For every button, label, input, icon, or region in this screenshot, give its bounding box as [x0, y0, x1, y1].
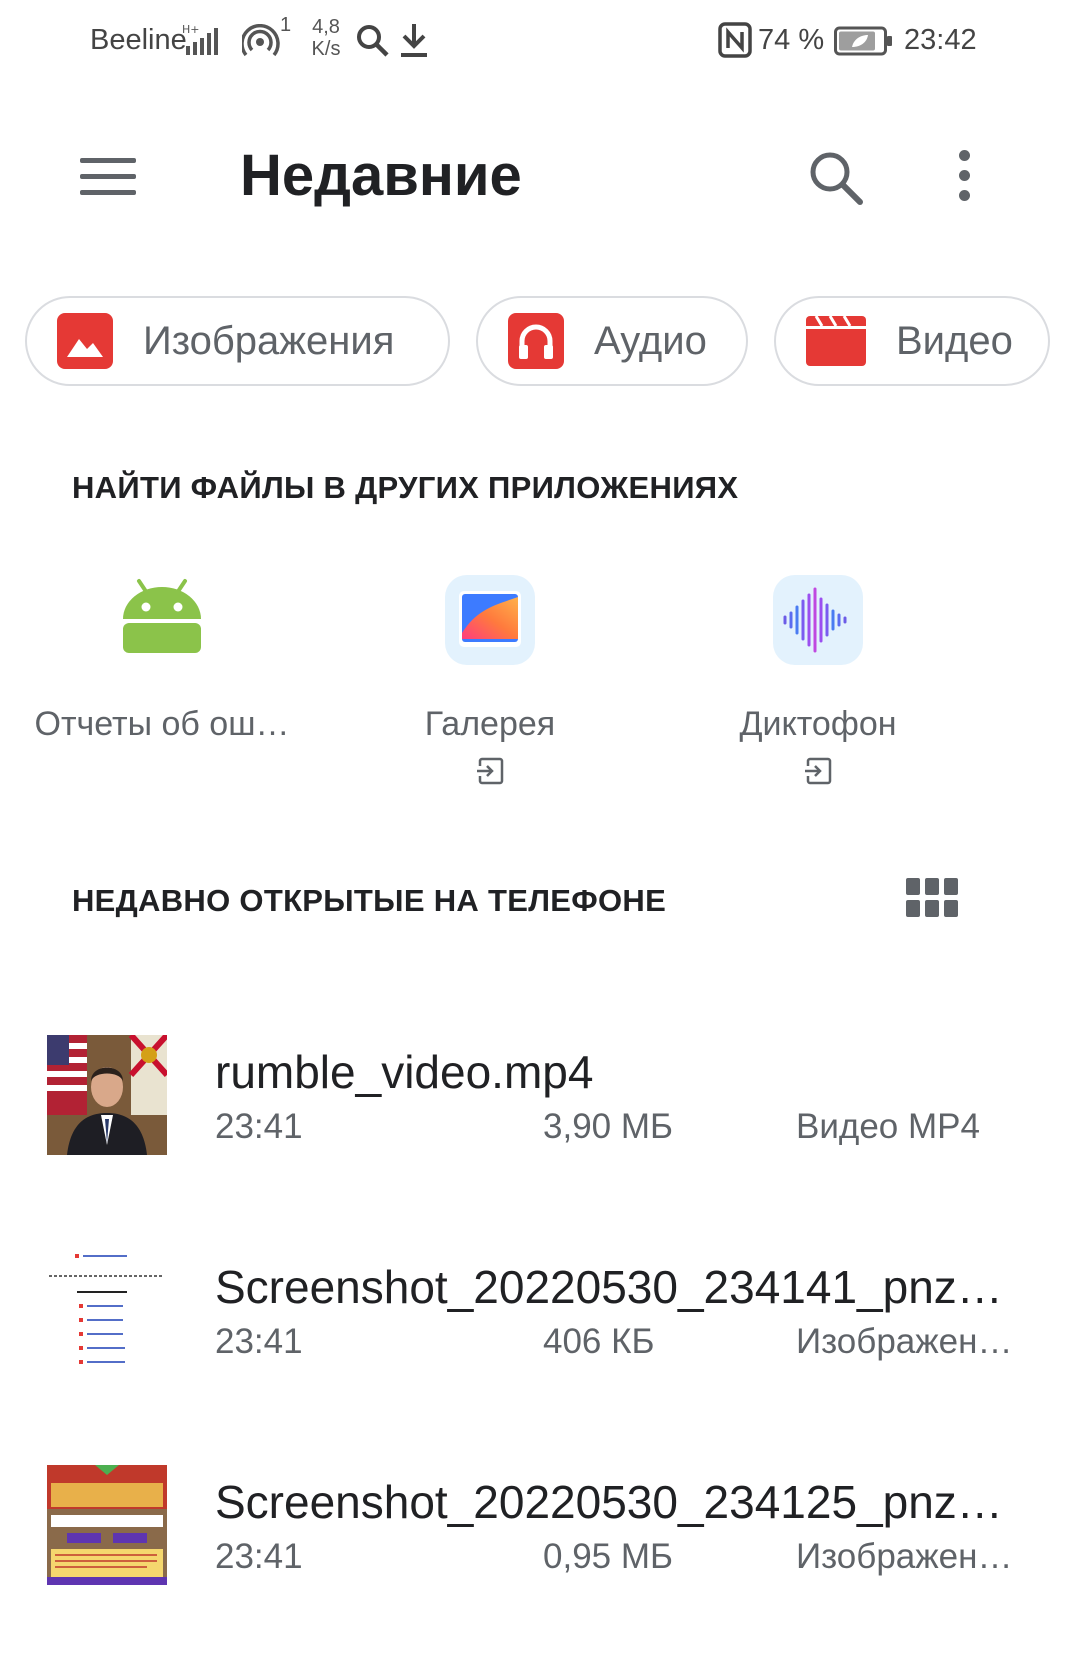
chip-label: Аудио [594, 318, 707, 363]
svg-text:H+: H+ [182, 23, 200, 36]
open-external-icon [476, 757, 504, 785]
file-row[interactable]: Screenshot_20220530_234141_pnz… 23:41 40… [0, 1250, 1080, 1420]
clock: 23:42 [904, 24, 977, 56]
recorder-icon [773, 575, 863, 665]
net-speed: 4,8 K/s [311, 16, 341, 60]
image-icon [57, 313, 113, 369]
signal-superscript: 1 [280, 14, 292, 36]
screenshot-thumbnail [47, 1250, 167, 1370]
gallery-icon [445, 575, 535, 665]
app-label: Галерея [424, 705, 556, 743]
android-icon [117, 575, 207, 665]
chip-label: Изображения [143, 318, 395, 363]
file-type: Изображен… [796, 1537, 1013, 1576]
open-external-icon [804, 757, 832, 785]
status-bar: Beeline H+ 1 4,8 K/s 74 % 23:42 [0, 0, 1080, 84]
file-time: 23:41 [215, 1107, 303, 1146]
section-title-other-apps: НАЙТИ ФАЙЛЫ В ДРУГИХ ПРИЛОЖЕНИЯХ [72, 470, 739, 505]
carrier-name: Beeline [90, 24, 187, 56]
app-shortcut-recorder[interactable]: Диктофон [668, 575, 968, 785]
file-name: rumble_video.mp4 [215, 1046, 594, 1098]
app-label: Отчеты об ош… [34, 705, 290, 743]
app-label: Диктофон [739, 705, 897, 743]
app-shortcut-gallery[interactable]: Галерея [340, 575, 640, 785]
file-type: Изображен… [796, 1322, 1013, 1361]
file-size: 406 КБ [543, 1322, 655, 1361]
file-time: 23:41 [215, 1537, 303, 1576]
chip-images[interactable]: Изображения [25, 296, 450, 386]
more-options-icon[interactable] [952, 150, 976, 206]
chip-audio[interactable]: Аудио [476, 296, 748, 386]
video-thumbnail [47, 1035, 167, 1155]
file-row[interactable]: rumble_video.mp4 23:41 3,90 МБ Видео MP4 [0, 1035, 1080, 1205]
file-size: 0,95 МБ [543, 1537, 673, 1576]
menu-icon[interactable] [80, 158, 136, 198]
battery-percent: 74 % [758, 24, 825, 56]
screenshot-thumbnail [47, 1465, 167, 1585]
clapperboard-icon [806, 315, 866, 366]
file-type: Видео MP4 [796, 1107, 980, 1146]
headphones-icon [508, 313, 564, 369]
page-title: Недавние [240, 143, 522, 208]
signal-icon: H+ [182, 23, 218, 55]
battery-icon [834, 26, 892, 56]
file-row[interactable]: Screenshot_20220530_234125_pnz… 23:41 0,… [0, 1465, 1080, 1635]
search-icon[interactable] [806, 148, 866, 208]
search-icon [357, 25, 389, 57]
app-shortcut-error-reports[interactable]: Отчеты об ош… [12, 575, 312, 743]
nfc-icon [718, 22, 752, 58]
file-size: 3,90 МБ [543, 1107, 673, 1146]
hotspot-icon [242, 24, 280, 57]
file-time: 23:41 [215, 1322, 303, 1361]
download-icon [401, 24, 427, 57]
grid-view-icon[interactable] [906, 878, 958, 918]
chip-label: Видео [896, 318, 1013, 363]
file-name: Screenshot_20220530_234125_pnz… [215, 1476, 1003, 1528]
file-name: Screenshot_20220530_234141_pnz… [215, 1261, 1003, 1313]
chip-video[interactable]: Видео [774, 296, 1050, 386]
section-title-recent: НЕДАВНО ОТКРЫТЫЕ НА ТЕЛЕФОНЕ [72, 883, 667, 918]
